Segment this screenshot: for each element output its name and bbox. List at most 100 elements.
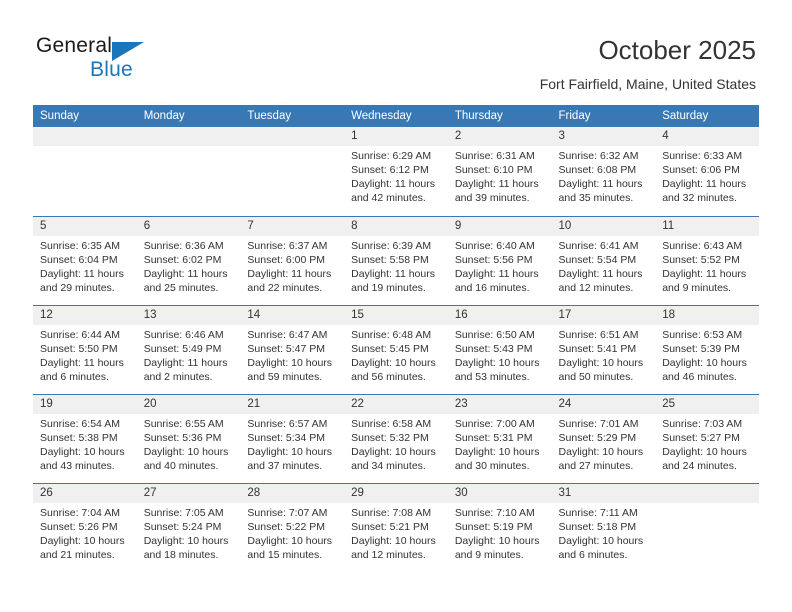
day-number: 3 xyxy=(551,127,656,146)
day-number: 6 xyxy=(136,216,241,236)
day-number: 30 xyxy=(447,483,552,503)
calendar-cell-day[interactable]: 5 Sunrise: 6:35 AM Sunset: 6:04 PM Daylight… xyxy=(33,215,137,305)
daylight-text-line1: Daylight: 10 hours xyxy=(351,445,436,458)
daylight-text-line1: Daylight: 11 hours xyxy=(351,267,435,280)
daylight-text-line2: and 40 minutes. xyxy=(143,459,219,472)
day-number: 20 xyxy=(136,394,241,414)
calendar-cell-day[interactable]: 19 Sunrise: 6:54 AM Sunset: 5:38 PM Dayligh… xyxy=(33,393,137,483)
sunrise-text: Sunrise: 6:36 AM xyxy=(143,239,224,252)
calendar-cell-day[interactable]: 29 Sunrise: 7:08 AM Sunset: 5:21 PM Dayligh… xyxy=(344,482,448,572)
sun-info: Sunrise: 7:05 AM Sunset: 5:24 PM Daylight:… xyxy=(137,503,241,562)
sun-info: Sunrise: 7:04 AM Sunset: 5:26 PM Daylight:… xyxy=(33,503,137,562)
daylight-text-line1: Daylight: 10 hours xyxy=(143,445,229,458)
sun-info: Sunrise: 6:39 AM Sunset: 5:58 PM Daylight:… xyxy=(344,236,448,295)
calendar-cell-day[interactable]: 24 Sunrise: 7:01 AM Sunset: 5:29 PM Dayligh… xyxy=(551,393,656,483)
sun-info: Sunrise: 6:53 AM Sunset: 5:39 PM Daylight:… xyxy=(655,325,759,384)
day-number: 2 xyxy=(447,127,552,146)
calendar-cell-day[interactable]: 10 Sunrise: 6:41 AM Sunset: 5:54 PM Dayligh… xyxy=(551,215,656,305)
calendar-table: Sunday Monday Tuesday Wednesday Thursday… xyxy=(33,105,759,572)
calendar-week-row: 5 Sunrise: 6:35 AM Sunset: 6:04 PM Daylight… xyxy=(33,215,759,305)
sunrise-text: Sunrise: 7:01 AM xyxy=(558,417,639,430)
calendar-cell-day[interactable]: 26 Sunrise: 7:04 AM Sunset: 5:26 PM Dayligh… xyxy=(33,482,137,572)
calendar-cell-day[interactable]: 12 Sunrise: 6:44 AM Sunset: 5:50 PM Dayligh… xyxy=(33,304,137,394)
sunset-text: Sunset: 5:43 PM xyxy=(454,342,533,355)
calendar-cell-day[interactable]: 7 Sunrise: 6:37 AM Sunset: 6:00 PM Daylight… xyxy=(240,215,345,305)
daylight-text-line1: Daylight: 11 hours xyxy=(143,356,228,369)
sunrise-text: Sunrise: 7:05 AM xyxy=(143,506,224,519)
sunset-text: Sunset: 6:02 PM xyxy=(143,253,222,266)
calendar-cell-day[interactable]: 28 Sunrise: 7:07 AM Sunset: 5:22 PM Dayligh… xyxy=(240,482,345,572)
sun-info: Sunrise: 7:11 AM Sunset: 5:18 PM Daylight:… xyxy=(552,503,656,562)
sunrise-text: Sunrise: 6:46 AM xyxy=(143,328,224,341)
calendar-cell-day[interactable]: 30 Sunrise: 7:10 AM Sunset: 5:19 PM Dayligh… xyxy=(447,482,552,572)
daylight-text-line1: Daylight: 10 hours xyxy=(143,534,229,547)
day-number xyxy=(33,127,137,146)
calendar-cell-day[interactable]: 15 Sunrise: 6:48 AM Sunset: 5:45 PM Dayligh… xyxy=(344,304,448,394)
calendar-cell-day[interactable]: 4 Sunrise: 6:33 AM Sunset: 6:06 PM Daylight… xyxy=(655,127,759,216)
calendar-cell-empty xyxy=(33,127,137,216)
daylight-text-line1: Daylight: 11 hours xyxy=(662,178,747,190)
calendar-cell-day[interactable]: 27 Sunrise: 7:05 AM Sunset: 5:24 PM Dayligh… xyxy=(136,482,241,572)
calendar-cell-day[interactable]: 22 Sunrise: 6:58 AM Sunset: 5:32 PM Dayligh… xyxy=(344,393,448,483)
sun-info: Sunrise: 6:40 AM Sunset: 5:56 PM Daylight:… xyxy=(448,236,552,295)
calendar-cell-day[interactable]: 14 Sunrise: 6:47 AM Sunset: 5:47 PM Dayligh… xyxy=(240,304,345,394)
calendar-cell-day[interactable]: 18 Sunrise: 6:53 AM Sunset: 5:39 PM Dayligh… xyxy=(655,304,759,394)
sunset-text: Sunset: 5:54 PM xyxy=(558,253,637,266)
calendar-cell-day[interactable]: 25 Sunrise: 7:03 AM Sunset: 5:27 PM Dayligh… xyxy=(655,393,759,483)
sunset-text: Sunset: 5:39 PM xyxy=(662,342,740,355)
sun-info: Sunrise: 6:31 AM Sunset: 6:10 PM Daylight:… xyxy=(448,146,552,205)
day-number: 22 xyxy=(344,394,448,414)
sunset-text: Sunset: 5:18 PM xyxy=(558,520,637,533)
calendar-cell-day[interactable]: 3 Sunrise: 6:32 AM Sunset: 6:08 PM Daylight… xyxy=(551,127,656,216)
sunset-text: Sunset: 5:29 PM xyxy=(558,431,637,444)
calendar-cell-day[interactable]: 1 Sunrise: 6:29 AM Sunset: 6:12 PM Daylight… xyxy=(344,127,448,216)
sun-info: Sunrise: 6:32 AM Sunset: 6:08 PM Daylight:… xyxy=(552,146,656,205)
sunrise-text: Sunrise: 6:44 AM xyxy=(40,328,120,341)
calendar-cell-day[interactable]: 23 Sunrise: 7:00 AM Sunset: 5:31 PM Dayligh… xyxy=(447,393,552,483)
sunset-text: Sunset: 6:00 PM xyxy=(247,253,326,266)
calendar-cell-day[interactable]: 8 Sunrise: 6:39 AM Sunset: 5:58 PM Daylight… xyxy=(344,215,448,305)
calendar-cell-day[interactable]: 2 Sunrise: 6:31 AM Sunset: 6:10 PM Daylight… xyxy=(447,127,552,216)
daylight-text-line1: Daylight: 11 hours xyxy=(454,178,539,190)
daylight-text-line1: Daylight: 10 hours xyxy=(351,534,436,547)
sun-info: Sunrise: 6:46 AM Sunset: 5:49 PM Daylight:… xyxy=(137,325,241,384)
daylight-text-line2: and 12 minutes. xyxy=(558,281,634,294)
calendar-cell-day[interactable]: 17 Sunrise: 6:51 AM Sunset: 5:41 PM Dayligh… xyxy=(551,304,656,394)
sun-info: Sunrise: 6:54 AM Sunset: 5:38 PM Daylight:… xyxy=(33,414,137,473)
calendar-cell-day[interactable]: 11 Sunrise: 6:43 AM Sunset: 5:52 PM Dayligh… xyxy=(655,215,759,305)
calendar-cell-day[interactable]: 9 Sunrise: 6:40 AM Sunset: 5:56 PM Daylight… xyxy=(447,215,552,305)
sunrise-text: Sunrise: 6:58 AM xyxy=(351,417,432,430)
sunset-text: Sunset: 5:56 PM xyxy=(454,253,533,266)
daylight-text-line1: Daylight: 10 hours xyxy=(454,445,540,458)
day-number: 1 xyxy=(344,127,448,146)
calendar-cell-day[interactable]: 20 Sunrise: 6:55 AM Sunset: 5:36 PM Dayligh… xyxy=(136,393,241,483)
sunset-text: Sunset: 5:45 PM xyxy=(351,342,429,355)
weekday-header-thursday: Thursday xyxy=(447,105,552,127)
daylight-text-line1: Daylight: 10 hours xyxy=(558,445,644,458)
sun-info: Sunrise: 6:55 AM Sunset: 5:36 PM Daylight:… xyxy=(137,414,241,473)
calendar-cell-empty xyxy=(240,127,345,216)
daylight-text-line1: Daylight: 10 hours xyxy=(558,356,644,369)
sunset-text: Sunset: 5:32 PM xyxy=(351,431,429,444)
daylight-text-line2: and 6 minutes. xyxy=(558,548,628,561)
sunrise-text: Sunrise: 7:03 AM xyxy=(662,417,743,430)
sun-info: Sunrise: 6:41 AM Sunset: 5:54 PM Daylight:… xyxy=(552,236,656,295)
calendar-cell-day[interactable]: 16 Sunrise: 6:50 AM Sunset: 5:43 PM Dayligh… xyxy=(447,304,552,394)
calendar-cell-day[interactable]: 31 Sunrise: 7:11 AM Sunset: 5:18 PM Dayligh… xyxy=(551,482,656,572)
day-number xyxy=(136,127,241,146)
calendar-cell-day[interactable]: 21 Sunrise: 6:57 AM Sunset: 5:34 PM Dayligh… xyxy=(240,393,345,483)
daylight-text-line1: Daylight: 11 hours xyxy=(40,356,124,369)
logo-text-blue: Blue xyxy=(90,58,133,81)
sunset-text: Sunset: 6:06 PM xyxy=(662,164,740,176)
weekday-header-tuesday: Tuesday xyxy=(240,105,345,127)
sunrise-text: Sunrise: 6:33 AM xyxy=(662,150,743,162)
daylight-text-line2: and 9 minutes. xyxy=(454,548,524,561)
calendar-cell-day[interactable]: 13 Sunrise: 6:46 AM Sunset: 5:49 PM Dayligh… xyxy=(136,304,241,394)
daylight-text-line2: and 35 minutes. xyxy=(558,192,634,204)
calendar-cell-day[interactable]: 6 Sunrise: 6:36 AM Sunset: 6:02 PM Daylight… xyxy=(136,215,241,305)
sun-info: Sunrise: 7:03 AM Sunset: 5:27 PM Daylight:… xyxy=(655,414,759,473)
daylight-text-line2: and 53 minutes. xyxy=(454,370,530,383)
sun-info: Sunrise: 6:58 AM Sunset: 5:32 PM Daylight:… xyxy=(344,414,448,473)
general-blue-logo[interactable]: General Blue xyxy=(36,34,166,84)
sunrise-text: Sunrise: 6:39 AM xyxy=(351,239,432,252)
